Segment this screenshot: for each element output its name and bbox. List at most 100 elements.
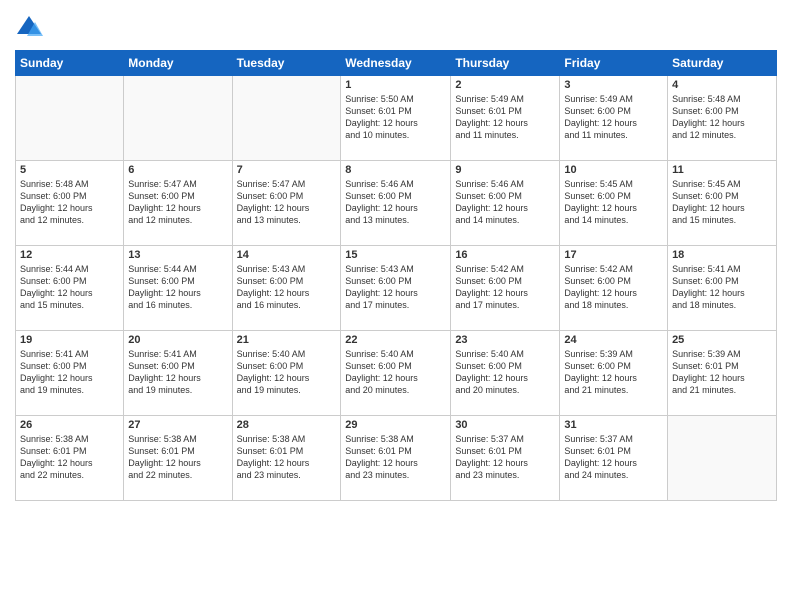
- calendar-cell: [232, 76, 341, 161]
- day-info: Sunrise: 5:47 AMSunset: 6:00 PMDaylight:…: [128, 178, 227, 227]
- page-container: SundayMondayTuesdayWednesdayThursdayFrid…: [0, 0, 792, 511]
- calendar-cell: 15Sunrise: 5:43 AMSunset: 6:00 PMDayligh…: [341, 246, 451, 331]
- day-number: 31: [564, 419, 663, 431]
- day-info: Sunrise: 5:49 AMSunset: 6:01 PMDaylight:…: [455, 93, 555, 142]
- calendar-cell: 18 Sunrise: 5:41 AMSunset: 6:00 PMDayligh…: [668, 246, 777, 331]
- day-number: 2: [455, 79, 555, 91]
- day-number: 26: [20, 419, 119, 431]
- day-number: 7: [237, 164, 337, 176]
- day-number: 13: [128, 249, 227, 261]
- day-number: 18: [672, 249, 772, 261]
- calendar-week-row: 12 Sunrise: 5:44 AMSunset: 6:00 PMDayligh…: [16, 246, 777, 331]
- calendar-cell: 19 Sunrise: 5:41 AMSunset: 6:00 PMDayligh…: [16, 331, 124, 416]
- calendar-cell: 31 Sunrise: 5:37 AMSunset: 6:01 PMDayligh…: [560, 416, 668, 501]
- calendar-cell: 25 Sunrise: 5:39 AMSunset: 6:01 PMDayligh…: [668, 331, 777, 416]
- calendar-cell: 12Sunrise: 5:44 AMSunset: 6:00 PMDayligh…: [16, 246, 124, 331]
- calendar-week-row: 19 Sunrise: 5:41 AMSunset: 6:00 PMDayligh…: [16, 331, 777, 416]
- day-info: Sunrise: 5:45 AMSunset: 6:00 PMDaylight:…: [564, 178, 663, 227]
- day-info: Sunrise: 5:47 AMSunset: 6:00 PMDaylight:…: [237, 178, 337, 227]
- day-number: 11: [672, 164, 772, 176]
- day-info: Sunrise: 5:42 AMSunset: 6:00 PMDaylight:…: [564, 263, 663, 312]
- weekday-header-sunday: Sunday: [16, 51, 124, 76]
- day-info: Sunrise: 5:50 AMSunset: 6:01 PMDaylight:…: [345, 93, 446, 142]
- calendar-cell: 10 Sunrise: 5:45 AMSunset: 6:00 PMDayligh…: [560, 161, 668, 246]
- day-info: Sunrise: 5:37 AMSunset: 6:01 PMDaylight:…: [455, 433, 555, 482]
- weekday-header-monday: Monday: [124, 51, 232, 76]
- day-number: 6: [128, 164, 227, 176]
- calendar-cell: 17Sunrise: 5:42 AMSunset: 6:00 PMDayligh…: [560, 246, 668, 331]
- day-info: Sunrise: 5:40 AMSunset: 6:00 PMDaylight:…: [345, 348, 446, 397]
- day-number: 9: [455, 164, 555, 176]
- calendar-table: SundayMondayTuesdayWednesdayThursdayFrid…: [15, 50, 777, 501]
- weekday-header-row: SundayMondayTuesdayWednesdayThursdayFrid…: [16, 51, 777, 76]
- day-number: 21: [237, 334, 337, 346]
- calendar-cell: 28 Sunrise: 5:38 AMSunset: 6:01 PMDayligh…: [232, 416, 341, 501]
- calendar-cell: 9 Sunrise: 5:46 AMSunset: 6:00 PMDaylight…: [451, 161, 560, 246]
- calendar-cell: 23Sunrise: 5:40 AMSunset: 6:00 PMDayligh…: [451, 331, 560, 416]
- weekday-header-friday: Friday: [560, 51, 668, 76]
- calendar-cell: 3 Sunrise: 5:49 AMSunset: 6:00 PMDaylight…: [560, 76, 668, 161]
- day-info: Sunrise: 5:45 AMSunset: 6:00 PMDaylight:…: [672, 178, 772, 227]
- calendar-cell: 27 Sunrise: 5:38 AMSunset: 6:01 PMDayligh…: [124, 416, 232, 501]
- day-info: Sunrise: 5:39 AMSunset: 6:01 PMDaylight:…: [672, 348, 772, 397]
- day-number: 3: [564, 79, 663, 91]
- calendar-week-row: 26 Sunrise: 5:38 AMSunset: 6:01 PMDayligh…: [16, 416, 777, 501]
- calendar-cell: 16 Sunrise: 5:42 AMSunset: 6:00 PMDayligh…: [451, 246, 560, 331]
- day-number: 22: [345, 334, 446, 346]
- day-info: Sunrise: 5:48 AMSunset: 6:00 PMDaylight:…: [20, 178, 119, 227]
- logo: [15, 14, 47, 42]
- day-info: Sunrise: 5:38 AMSunset: 6:01 PMDaylight:…: [20, 433, 119, 482]
- day-info: Sunrise: 5:38 AMSunset: 6:01 PMDaylight:…: [128, 433, 227, 482]
- weekday-header-saturday: Saturday: [668, 51, 777, 76]
- day-number: 30: [455, 419, 555, 431]
- calendar-cell: [16, 76, 124, 161]
- calendar-cell: 14 Sunrise: 5:43 AMSunset: 6:00 PMDayligh…: [232, 246, 341, 331]
- day-info: Sunrise: 5:37 AMSunset: 6:01 PMDaylight:…: [564, 433, 663, 482]
- calendar-cell: 6 Sunrise: 5:47 AMSunset: 6:00 PMDaylight…: [124, 161, 232, 246]
- day-number: 12: [20, 249, 119, 261]
- calendar-cell: [124, 76, 232, 161]
- day-info: Sunrise: 5:42 AMSunset: 6:00 PMDaylight:…: [455, 263, 555, 312]
- calendar-cell: [668, 416, 777, 501]
- calendar-cell: 26 Sunrise: 5:38 AMSunset: 6:01 PMDayligh…: [16, 416, 124, 501]
- calendar-cell: 5 Sunrise: 5:48 AMSunset: 6:00 PMDaylight…: [16, 161, 124, 246]
- day-number: 1: [345, 79, 446, 91]
- day-number: 5: [20, 164, 119, 176]
- header-row: [15, 10, 777, 42]
- day-info: Sunrise: 5:41 AMSunset: 6:00 PMDaylight:…: [672, 263, 772, 312]
- day-info: Sunrise: 5:41 AMSunset: 6:00 PMDaylight:…: [20, 348, 119, 397]
- calendar-cell: 21 Sunrise: 5:40 AMSunset: 6:00 PMDayligh…: [232, 331, 341, 416]
- day-number: 27: [128, 419, 227, 431]
- day-info: Sunrise: 5:38 AMSunset: 6:01 PMDaylight:…: [237, 433, 337, 482]
- calendar-cell: 29Sunrise: 5:38 AMSunset: 6:01 PMDayligh…: [341, 416, 451, 501]
- day-info: Sunrise: 5:46 AMSunset: 6:00 PMDaylight:…: [345, 178, 446, 227]
- logo-icon: [15, 14, 43, 42]
- day-number: 29: [345, 419, 446, 431]
- calendar-week-row: 1 Sunrise: 5:50 AMSunset: 6:01 PMDaylight…: [16, 76, 777, 161]
- calendar-cell: 30 Sunrise: 5:37 AMSunset: 6:01 PMDayligh…: [451, 416, 560, 501]
- day-info: Sunrise: 5:43 AMSunset: 6:00 PMDaylight:…: [345, 263, 446, 312]
- weekday-header-tuesday: Tuesday: [232, 51, 341, 76]
- day-number: 4: [672, 79, 772, 91]
- day-info: Sunrise: 5:41 AMSunset: 6:00 PMDaylight:…: [128, 348, 227, 397]
- calendar-cell: 13 Sunrise: 5:44 AMSunset: 6:00 PMDayligh…: [124, 246, 232, 331]
- calendar-cell: 8Sunrise: 5:46 AMSunset: 6:00 PMDaylight…: [341, 161, 451, 246]
- calendar-cell: 11 Sunrise: 5:45 AMSunset: 6:00 PMDayligh…: [668, 161, 777, 246]
- calendar-cell: 22 Sunrise: 5:40 AMSunset: 6:00 PMDayligh…: [341, 331, 451, 416]
- weekday-header-thursday: Thursday: [451, 51, 560, 76]
- day-number: 28: [237, 419, 337, 431]
- day-info: Sunrise: 5:43 AMSunset: 6:00 PMDaylight:…: [237, 263, 337, 312]
- day-number: 19: [20, 334, 119, 346]
- day-number: 16: [455, 249, 555, 261]
- day-number: 10: [564, 164, 663, 176]
- day-info: Sunrise: 5:49 AMSunset: 6:00 PMDaylight:…: [564, 93, 663, 142]
- day-info: Sunrise: 5:44 AMSunset: 6:00 PMDaylight:…: [128, 263, 227, 312]
- day-number: 14: [237, 249, 337, 261]
- calendar-cell: 1 Sunrise: 5:50 AMSunset: 6:01 PMDaylight…: [341, 76, 451, 161]
- day-info: Sunrise: 5:46 AMSunset: 6:00 PMDaylight:…: [455, 178, 555, 227]
- day-number: 24: [564, 334, 663, 346]
- day-number: 25: [672, 334, 772, 346]
- day-number: 20: [128, 334, 227, 346]
- day-info: Sunrise: 5:40 AMSunset: 6:00 PMDaylight:…: [237, 348, 337, 397]
- calendar-cell: 24Sunrise: 5:39 AMSunset: 6:00 PMDayligh…: [560, 331, 668, 416]
